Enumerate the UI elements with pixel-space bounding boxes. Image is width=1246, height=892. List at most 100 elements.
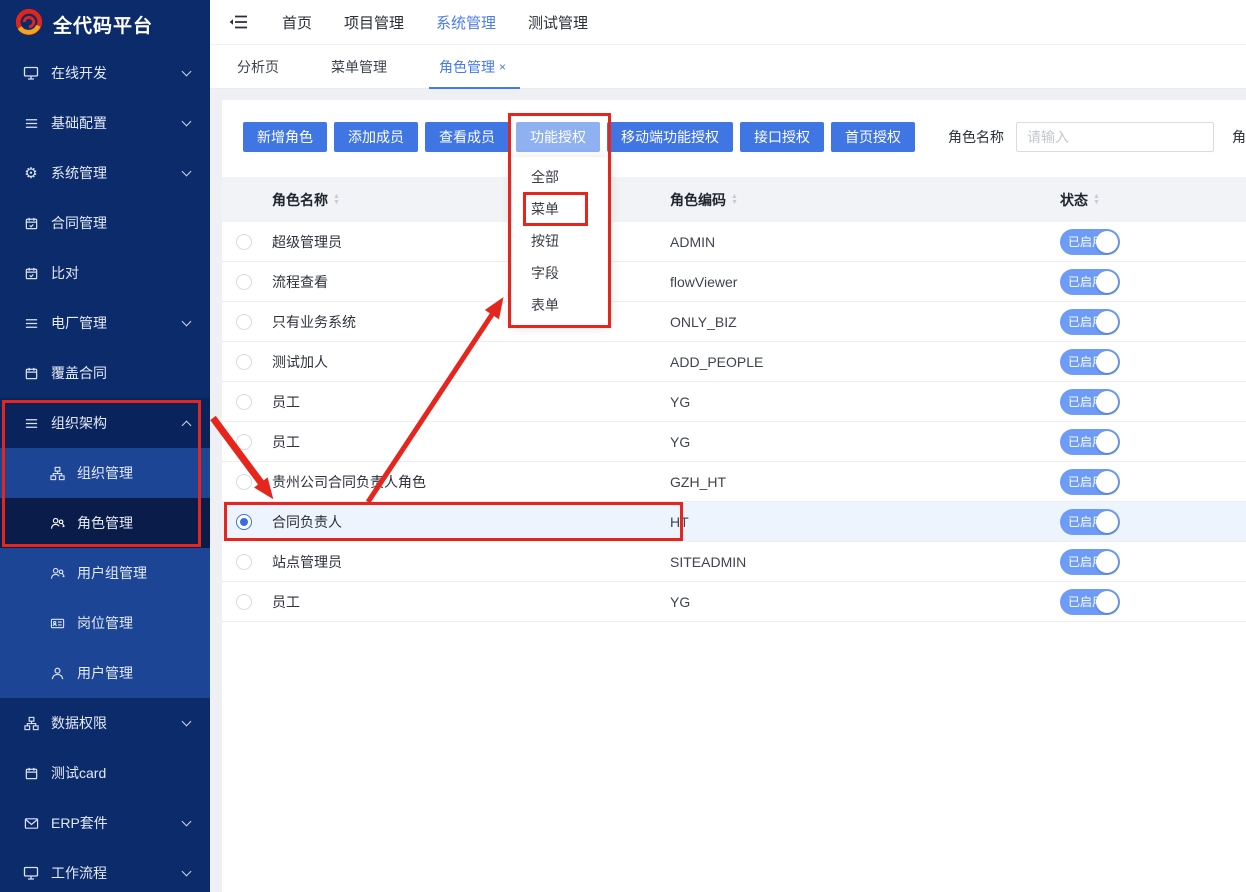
row-radio[interactable] (236, 554, 252, 570)
sidebar-item-usergroup-mgmt[interactable]: 用户组管理 (0, 548, 210, 598)
header-status[interactable]: 状态 ▲▼ (1060, 190, 1246, 210)
table-row[interactable]: 站点管理员 SITEADMIN 已启用 (222, 542, 1246, 582)
status-toggle[interactable]: 已启用 (1060, 469, 1120, 495)
status-toggle[interactable]: 已启用 (1060, 349, 1120, 375)
row-radio[interactable] (236, 434, 252, 450)
row-radio[interactable] (236, 354, 252, 370)
row-radio[interactable] (236, 314, 252, 330)
orgchart-icon (22, 716, 40, 731)
role-key-icon (48, 516, 66, 531)
tab-role-mgmt[interactable]: 角色管理 × (439, 45, 506, 89)
function-auth-button[interactable]: 功能授权 (516, 122, 600, 152)
role-name-input[interactable] (1016, 122, 1214, 152)
calendar-icon (22, 766, 40, 781)
envelope-icon (22, 816, 40, 831)
table-row[interactable]: 贵州公司合同负责人角色 GZH_HT 已启用 (222, 462, 1246, 502)
sort-icon[interactable]: ▲▼ (1093, 194, 1100, 206)
sidebar-item-test-card[interactable]: 测试card (0, 748, 210, 798)
role-code-cell: YG (670, 394, 1060, 410)
topnav-item-project[interactable]: 项目管理 (328, 12, 420, 33)
add-member-button[interactable]: 添加成员 (334, 122, 418, 152)
status-toggle[interactable]: 已启用 (1060, 229, 1120, 255)
chevron-down-icon (182, 117, 192, 127)
sidebar-item-org-structure[interactable]: 组织架构 (0, 398, 210, 448)
chevron-down-icon (182, 67, 192, 77)
table-row[interactable]: 流程查看 flowViewer 已启用 (222, 262, 1246, 302)
next-filter-label-partial: 角 (1232, 127, 1246, 147)
top-nav: 首页 项目管理 系统管理 测试管理 (210, 0, 1246, 45)
dropdown-item-form[interactable]: 表单 (512, 289, 609, 321)
row-radio[interactable] (236, 234, 252, 250)
status-toggle[interactable]: 已启用 (1060, 389, 1120, 415)
header-role-name[interactable]: 角色名称 ▲▼ (272, 190, 670, 210)
row-radio-checked[interactable] (236, 514, 252, 530)
sidebar-item-post-mgmt[interactable]: 岗位管理 (0, 598, 210, 648)
orgchart-icon (48, 466, 66, 481)
row-radio[interactable] (236, 274, 252, 290)
add-role-button[interactable]: 新增角色 (243, 122, 327, 152)
sidebar-item-cover-contract[interactable]: 覆盖合同 (0, 348, 210, 398)
sidebar-item-system-mgmt[interactable]: ⚙ 系统管理 (0, 148, 210, 198)
sidebar-item-compare[interactable]: 比对 (0, 248, 210, 298)
role-code-cell: HT (670, 514, 1060, 530)
row-radio[interactable] (236, 474, 252, 490)
user-icon (48, 666, 66, 681)
sidebar: 全代码平台 在线开发 基础配置 ⚙ 系统管理 合同管理 比对 电厂管理 覆盖合同… (0, 0, 210, 892)
sidebar-item-org-mgmt[interactable]: 组织管理 (0, 448, 210, 498)
sidebar-item-data-permission[interactable]: 数据权限 (0, 698, 210, 748)
chevron-up-icon (182, 420, 192, 430)
sidebar-item-power-plant[interactable]: 电厂管理 (0, 298, 210, 348)
table-row[interactable]: 员工 YG 已启用 (222, 382, 1246, 422)
view-member-button[interactable]: 查看成员 (425, 122, 509, 152)
menu-fold-icon[interactable] (228, 12, 252, 32)
status-toggle[interactable]: 已启用 (1060, 309, 1120, 335)
role-code-cell: flowViewer (670, 274, 1060, 290)
dropdown-item-menu[interactable]: 菜单 (512, 193, 609, 225)
topnav-item-home[interactable]: 首页 (266, 12, 328, 33)
sidebar-item-base-config[interactable]: 基础配置 (0, 98, 210, 148)
sidebar-item-workflow[interactable]: 工作流程 (0, 848, 210, 892)
row-radio[interactable] (236, 594, 252, 610)
status-toggle[interactable]: 已启用 (1060, 269, 1120, 295)
sidebar-item-contract-mgmt[interactable]: 合同管理 (0, 198, 210, 248)
chevron-down-icon (182, 717, 192, 727)
header-role-code[interactable]: 角色编码 ▲▼ (670, 190, 1060, 210)
dropdown-item-field[interactable]: 字段 (512, 257, 609, 289)
role-name-cell: 流程查看 (272, 272, 670, 292)
calendar-icon (22, 266, 40, 281)
mobile-function-auth-button[interactable]: 移动端功能授权 (607, 122, 733, 152)
table-row[interactable]: 超级管理员 ADMIN 已启用 (222, 222, 1246, 262)
home-auth-button[interactable]: 首页授权 (831, 122, 915, 152)
topnav-item-test[interactable]: 测试管理 (512, 12, 604, 33)
app-title: 全代码平台 (53, 11, 153, 38)
tab-menu-mgmt[interactable]: 菜单管理 (331, 45, 387, 89)
table-row-selected[interactable]: 合同负责人 HT 已启用 (222, 502, 1246, 542)
table-row[interactable]: 员工 YG 已启用 (222, 422, 1246, 462)
table-row[interactable]: 员工 YG 已启用 (222, 582, 1246, 622)
table-row[interactable]: 测试加人 ADD_PEOPLE 已启用 (222, 342, 1246, 382)
tab-analysis[interactable]: 分析页 (237, 45, 279, 89)
tab-close-icon[interactable]: × (499, 60, 506, 74)
dropdown-item-button[interactable]: 按钮 (512, 225, 609, 257)
sidebar-item-role-mgmt[interactable]: 角色管理 (0, 498, 210, 548)
role-name-filter-label: 角色名称 (948, 127, 1004, 147)
usergroup-icon (48, 566, 66, 581)
status-toggle[interactable]: 已启用 (1060, 429, 1120, 455)
sidebar-item-online-dev[interactable]: 在线开发 (0, 48, 210, 98)
status-toggle[interactable]: 已启用 (1060, 589, 1120, 615)
calendar-icon (22, 366, 40, 381)
status-toggle[interactable]: 已启用 (1060, 549, 1120, 575)
api-auth-button[interactable]: 接口授权 (740, 122, 824, 152)
role-name-cell: 贵州公司合同负责人角色 (272, 472, 670, 492)
row-radio[interactable] (236, 394, 252, 410)
topnav-item-system[interactable]: 系统管理 (420, 12, 512, 33)
sidebar-item-user-mgmt[interactable]: 用户管理 (0, 648, 210, 698)
table-row[interactable]: 只有业务系统 ONLY_BIZ 已启用 (222, 302, 1246, 342)
role-name-cell: 合同负责人 (272, 512, 670, 532)
sidebar-item-erp-suite[interactable]: ERP套件 (0, 798, 210, 848)
sort-icon[interactable]: ▲▼ (731, 194, 738, 206)
sort-icon[interactable]: ▲▼ (333, 194, 340, 206)
status-toggle[interactable]: 已启用 (1060, 509, 1120, 535)
monitor-icon (22, 865, 40, 881)
dropdown-item-all[interactable]: 全部 (512, 161, 609, 193)
